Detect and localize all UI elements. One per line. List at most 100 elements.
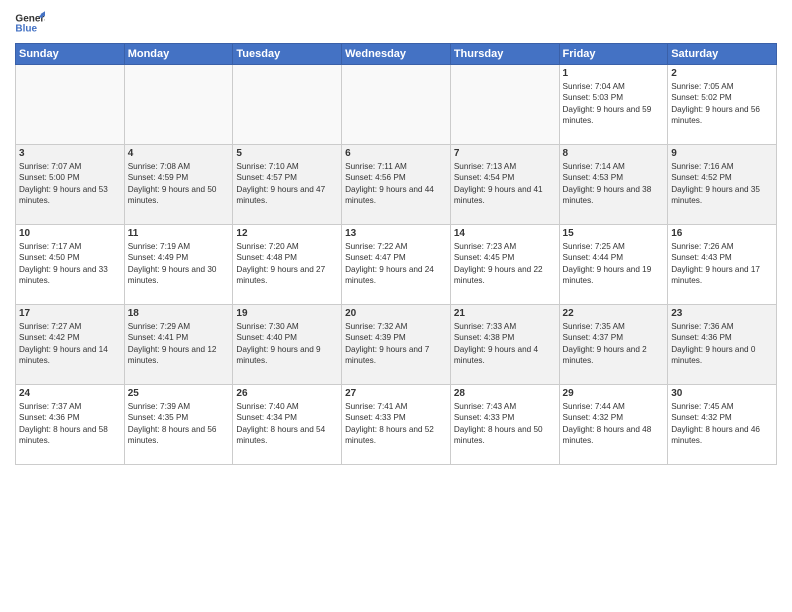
day-info: Sunrise: 7:20 AM Sunset: 4:48 PM Dayligh… <box>236 241 338 287</box>
day-number: 11 <box>128 228 230 239</box>
day-number: 15 <box>563 228 665 239</box>
day-cell: 21 Sunrise: 7:33 AM Sunset: 4:38 PM Dayli… <box>450 305 559 385</box>
day-cell: 10 Sunrise: 7:17 AM Sunset: 4:50 PM Dayli… <box>16 225 125 305</box>
day-number: 27 <box>345 388 447 399</box>
day-number: 28 <box>454 388 556 399</box>
calendar-table: SundayMondayTuesdayWednesdayThursdayFrid… <box>15 43 777 465</box>
day-info: Sunrise: 7:17 AM Sunset: 4:50 PM Dayligh… <box>19 241 121 287</box>
day-info: Sunrise: 7:40 AM Sunset: 4:34 PM Dayligh… <box>236 401 338 447</box>
day-info: Sunrise: 7:07 AM Sunset: 5:00 PM Dayligh… <box>19 161 121 207</box>
day-number: 5 <box>236 148 338 159</box>
main-container: General Blue SundayMondayTuesdayWednesda… <box>0 0 792 470</box>
day-number: 6 <box>345 148 447 159</box>
day-cell: 2 Sunrise: 7:05 AM Sunset: 5:02 PM Daylig… <box>668 65 777 145</box>
day-number: 1 <box>563 68 665 79</box>
day-cell: 18 Sunrise: 7:29 AM Sunset: 4:41 PM Dayli… <box>124 305 233 385</box>
day-info: Sunrise: 7:26 AM Sunset: 4:43 PM Dayligh… <box>671 241 773 287</box>
day-cell: 29Sunrise: 7:44 AM Sunset: 4:32 PM Dayli… <box>559 385 668 465</box>
day-cell: 13 Sunrise: 7:22 AM Sunset: 4:47 PM Dayli… <box>342 225 451 305</box>
day-header-wednesday: Wednesday <box>342 44 451 65</box>
day-info: Sunrise: 7:11 AM Sunset: 4:56 PM Dayligh… <box>345 161 447 207</box>
day-cell: 25 Sunrise: 7:39 AM Sunset: 4:35 PM Dayli… <box>124 385 233 465</box>
day-cell: 5 Sunrise: 7:10 AM Sunset: 4:57 PM Daylig… <box>233 145 342 225</box>
day-header-sunday: Sunday <box>16 44 125 65</box>
day-cell: 1 Sunrise: 7:04 AM Sunset: 5:03 PM Daylig… <box>559 65 668 145</box>
day-number: 7 <box>454 148 556 159</box>
day-info: Sunrise: 7:43 AM Sunset: 4:33 PM Dayligh… <box>454 401 556 447</box>
day-cell <box>233 65 342 145</box>
day-cell: 20Sunrise: 7:32 AM Sunset: 4:39 PM Dayli… <box>342 305 451 385</box>
svg-text:Blue: Blue <box>15 24 37 35</box>
logo-icon: General Blue <box>15 10 45 35</box>
day-info: Sunrise: 7:33 AM Sunset: 4:38 PM Dayligh… <box>454 321 556 367</box>
day-number: 30 <box>671 388 773 399</box>
day-cell <box>342 65 451 145</box>
day-info: Sunrise: 7:37 AM Sunset: 4:36 PM Dayligh… <box>19 401 121 447</box>
header-row: SundayMondayTuesdayWednesdayThursdayFrid… <box>16 44 777 65</box>
day-cell: 15 Sunrise: 7:25 AM Sunset: 4:44 PM Dayli… <box>559 225 668 305</box>
day-cell: 19Sunrise: 7:30 AM Sunset: 4:40 PM Dayli… <box>233 305 342 385</box>
day-header-thursday: Thursday <box>450 44 559 65</box>
day-number: 25 <box>128 388 230 399</box>
page-header: General Blue <box>15 10 777 35</box>
day-cell: 9Sunrise: 7:16 AM Sunset: 4:52 PM Daylig… <box>668 145 777 225</box>
day-cell: 6 Sunrise: 7:11 AM Sunset: 4:56 PM Daylig… <box>342 145 451 225</box>
day-header-monday: Monday <box>124 44 233 65</box>
day-number: 14 <box>454 228 556 239</box>
day-cell: 3Sunrise: 7:07 AM Sunset: 5:00 PM Daylig… <box>16 145 125 225</box>
day-number: 10 <box>19 228 121 239</box>
day-cell <box>124 65 233 145</box>
day-info: Sunrise: 7:10 AM Sunset: 4:57 PM Dayligh… <box>236 161 338 207</box>
day-cell: 17 Sunrise: 7:27 AM Sunset: 4:42 PM Dayli… <box>16 305 125 385</box>
day-info: Sunrise: 7:27 AM Sunset: 4:42 PM Dayligh… <box>19 321 121 367</box>
day-number: 21 <box>454 308 556 319</box>
day-info: Sunrise: 7:41 AM Sunset: 4:33 PM Dayligh… <box>345 401 447 447</box>
day-cell: 16Sunrise: 7:26 AM Sunset: 4:43 PM Dayli… <box>668 225 777 305</box>
day-info: Sunrise: 7:39 AM Sunset: 4:35 PM Dayligh… <box>128 401 230 447</box>
day-cell: 22 Sunrise: 7:35 AM Sunset: 4:37 PM Dayli… <box>559 305 668 385</box>
day-info: Sunrise: 7:23 AM Sunset: 4:45 PM Dayligh… <box>454 241 556 287</box>
day-number: 24 <box>19 388 121 399</box>
day-number: 26 <box>236 388 338 399</box>
day-number: 18 <box>128 308 230 319</box>
week-row-3: 10 Sunrise: 7:17 AM Sunset: 4:50 PM Dayli… <box>16 225 777 305</box>
day-cell <box>450 65 559 145</box>
day-info: Sunrise: 7:05 AM Sunset: 5:02 PM Dayligh… <box>671 81 773 127</box>
day-number: 2 <box>671 68 773 79</box>
week-row-2: 3Sunrise: 7:07 AM Sunset: 5:00 PM Daylig… <box>16 145 777 225</box>
day-cell: 7 Sunrise: 7:13 AM Sunset: 4:54 PM Daylig… <box>450 145 559 225</box>
day-info: Sunrise: 7:44 AM Sunset: 4:32 PM Dayligh… <box>563 401 665 447</box>
day-info: Sunrise: 7:14 AM Sunset: 4:53 PM Dayligh… <box>563 161 665 207</box>
day-info: Sunrise: 7:16 AM Sunset: 4:52 PM Dayligh… <box>671 161 773 207</box>
day-info: Sunrise: 7:30 AM Sunset: 4:40 PM Dayligh… <box>236 321 338 367</box>
day-cell: 14 Sunrise: 7:23 AM Sunset: 4:45 PM Dayli… <box>450 225 559 305</box>
day-cell: 30 Sunrise: 7:45 AM Sunset: 4:32 PM Dayli… <box>668 385 777 465</box>
day-cell: 24 Sunrise: 7:37 AM Sunset: 4:36 PM Dayli… <box>16 385 125 465</box>
day-cell <box>16 65 125 145</box>
day-info: Sunrise: 7:25 AM Sunset: 4:44 PM Dayligh… <box>563 241 665 287</box>
day-info: Sunrise: 7:29 AM Sunset: 4:41 PM Dayligh… <box>128 321 230 367</box>
day-info: Sunrise: 7:22 AM Sunset: 4:47 PM Dayligh… <box>345 241 447 287</box>
day-info: Sunrise: 7:35 AM Sunset: 4:37 PM Dayligh… <box>563 321 665 367</box>
day-number: 4 <box>128 148 230 159</box>
day-number: 12 <box>236 228 338 239</box>
day-number: 22 <box>563 308 665 319</box>
day-header-friday: Friday <box>559 44 668 65</box>
day-cell: 4 Sunrise: 7:08 AM Sunset: 4:59 PM Daylig… <box>124 145 233 225</box>
day-cell: 28 Sunrise: 7:43 AM Sunset: 4:33 PM Dayli… <box>450 385 559 465</box>
day-number: 17 <box>19 308 121 319</box>
day-cell: 8Sunrise: 7:14 AM Sunset: 4:53 PM Daylig… <box>559 145 668 225</box>
day-info: Sunrise: 7:04 AM Sunset: 5:03 PM Dayligh… <box>563 81 665 127</box>
day-cell: 27 Sunrise: 7:41 AM Sunset: 4:33 PM Dayli… <box>342 385 451 465</box>
day-info: Sunrise: 7:08 AM Sunset: 4:59 PM Dayligh… <box>128 161 230 207</box>
day-header-tuesday: Tuesday <box>233 44 342 65</box>
day-info: Sunrise: 7:13 AM Sunset: 4:54 PM Dayligh… <box>454 161 556 207</box>
day-info: Sunrise: 7:45 AM Sunset: 4:32 PM Dayligh… <box>671 401 773 447</box>
day-number: 20 <box>345 308 447 319</box>
day-cell: 26 Sunrise: 7:40 AM Sunset: 4:34 PM Dayli… <box>233 385 342 465</box>
day-number: 13 <box>345 228 447 239</box>
week-row-4: 17 Sunrise: 7:27 AM Sunset: 4:42 PM Dayli… <box>16 305 777 385</box>
day-cell: 11Sunrise: 7:19 AM Sunset: 4:49 PM Dayli… <box>124 225 233 305</box>
week-row-5: 24 Sunrise: 7:37 AM Sunset: 4:36 PM Dayli… <box>16 385 777 465</box>
week-row-1: 1 Sunrise: 7:04 AM Sunset: 5:03 PM Daylig… <box>16 65 777 145</box>
